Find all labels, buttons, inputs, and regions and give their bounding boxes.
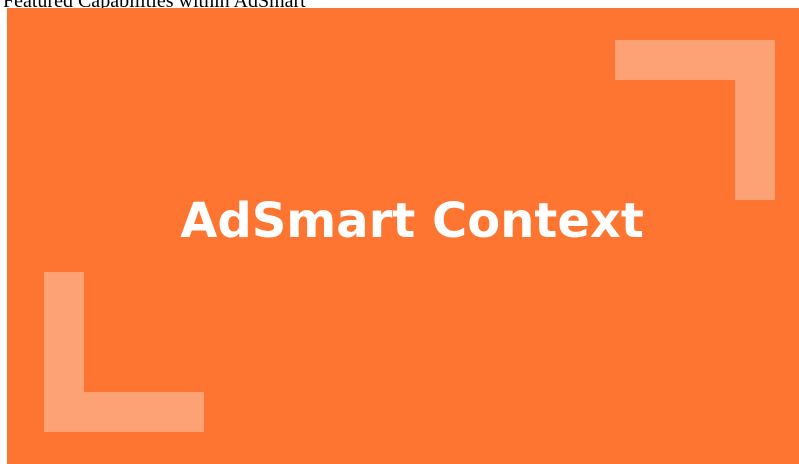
page: Featured Capabilities within AdSmart AdS… [0, 0, 799, 464]
corner-bracket-top-right-vertical [735, 40, 775, 200]
banner-title: AdSmart Context [180, 193, 644, 249]
corner-bracket-bottom-left-horizontal [44, 392, 204, 432]
adsmart-context-banner: AdSmart Context [7, 8, 799, 464]
